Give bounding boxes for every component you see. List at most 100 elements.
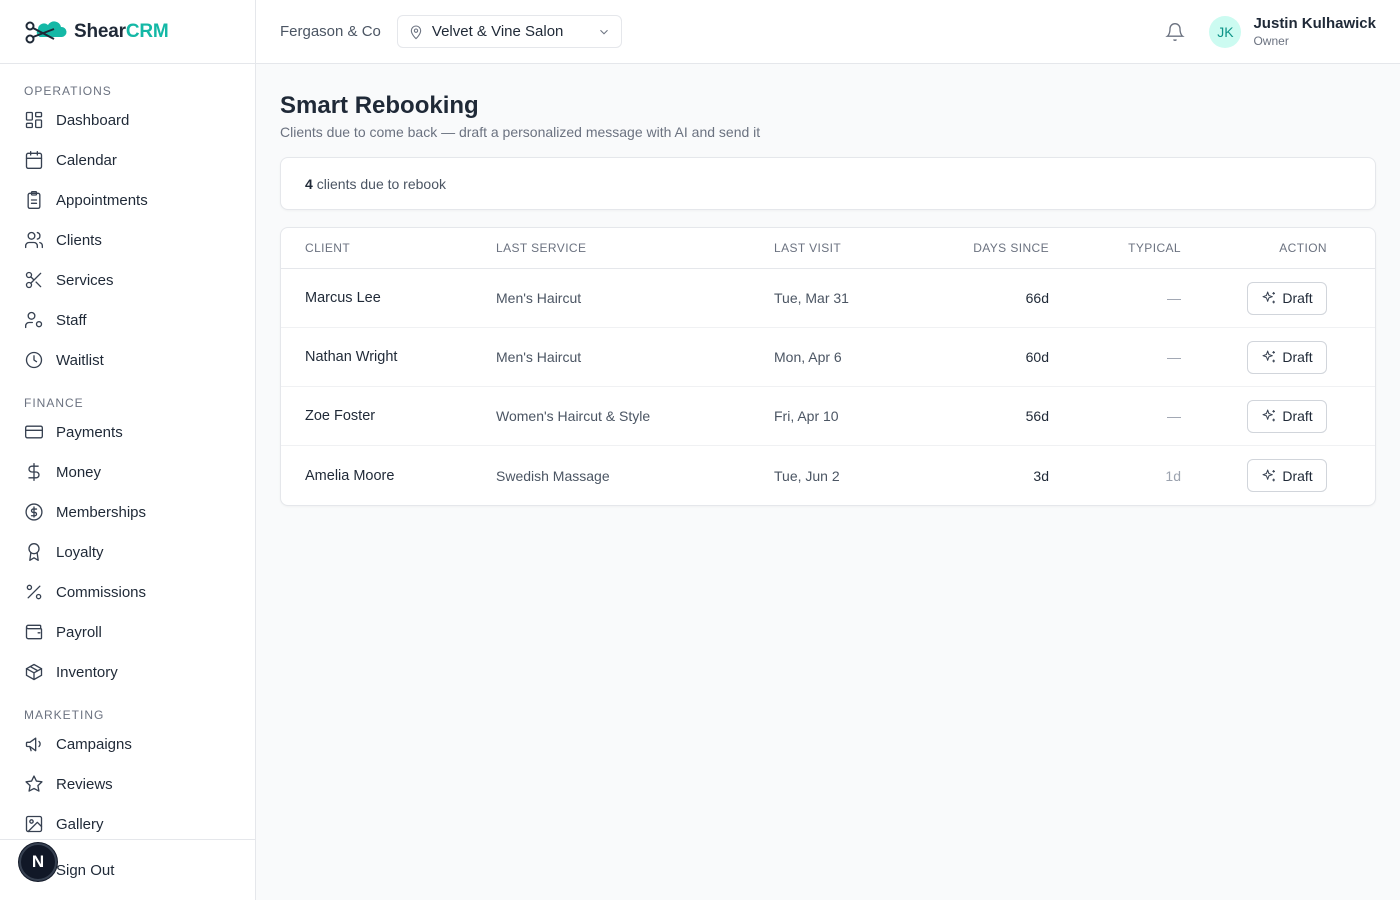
client-name[interactable]: Zoe Foster [281,408,496,424]
sidebar: ShearCRM OPERATIONS Dashboard Calendar A… [0,0,256,900]
sidebar-item-clients[interactable]: Clients [0,220,255,260]
column-header-typical: TYPICAL [1128,241,1181,255]
rebooking-table: CLIENT LAST SERVICE LAST VISIT DAYS SINC… [280,227,1376,506]
user-role: Owner [1253,34,1289,48]
star-icon [25,775,43,792]
draft-button-label: Draft [1282,290,1313,306]
sidebar-item-inventory[interactable]: Inventory [0,652,255,692]
days-since: 66d [1025,290,1049,306]
sidebar-item-label: Waitlist [56,351,104,369]
nav-section-title: FINANCE [24,396,84,410]
draft-button-label: Draft [1282,467,1313,484]
sidebar-item-loyalty[interactable]: Loyalty [0,532,255,572]
sidebar-item-label: Services [56,271,114,289]
nav-gap [0,692,255,700]
draft-button[interactable]: Draft [1247,459,1327,492]
table-header-row: CLIENT LAST SERVICE LAST VISIT DAYS SINC… [281,228,1375,269]
sidebar-item-memberships[interactable]: Memberships [0,492,255,532]
sidebar-item-gallery[interactable]: Gallery [0,804,255,844]
brand-name: ShearCRM [74,20,169,42]
org-name: Fergason & Co [280,23,381,40]
table-row: Marcus Lee Men's Haircut Tue, Mar 31 66d… [281,269,1375,328]
sidebar-item-money[interactable]: Money [0,452,255,492]
client-name[interactable]: Amelia Moore [281,468,496,484]
action-cell: Draft [1181,340,1351,374]
sidebar-item-label: Gallery [56,815,104,833]
sidebar-item-staff[interactable]: Staff [0,300,255,340]
last-service: Swedish Massage [496,467,610,484]
table-row: Amelia Moore Swedish Massage Tue, Jun 2 … [281,446,1375,505]
sidebar-item-calendar[interactable]: Calendar [0,140,255,180]
bell-icon[interactable] [1165,22,1186,42]
location-select-value: Velvet & Vine Salon [431,23,564,40]
last-visit: Mon, Apr 6 [774,349,842,365]
draft-button[interactable]: Draft [1247,399,1327,433]
draft-button-label: Draft [1282,408,1313,424]
sparkles-icon [1262,350,1276,363]
dollar-icon [28,463,40,481]
draft-button[interactable]: Draft [1247,340,1327,374]
header-right: JK Justin Kulhawick Owner [1165,0,1376,64]
user-meta[interactable]: Justin Kulhawick Owner [1253,15,1376,49]
wallet-icon [25,624,43,640]
last-service: Men's Haircut [496,349,582,365]
calendar-icon [25,151,43,169]
draft-button-label: Draft [1282,349,1313,365]
sparkles-icon [1262,291,1276,304]
days-since: 60d [1025,349,1049,365]
users-icon [25,231,44,249]
column-header-days-since: DAYS SINCE [973,241,1049,255]
last-service: Women's Haircut & Style [496,408,651,424]
sign-out-label: Sign Out [56,861,115,879]
sidebar-item-reviews[interactable]: Reviews [0,764,255,804]
table-row: Nathan Wright Men's Haircut Mon, Apr 6 6… [281,328,1375,387]
dashboard-icon [25,111,43,129]
page-title: Smart Rebooking [280,92,479,119]
brand[interactable]: ShearCRM [0,0,255,64]
credit-card-icon [25,425,43,439]
avatar[interactable]: JK [1209,16,1242,48]
sidebar-item-label: Memberships [56,503,147,521]
sparkles-icon [1262,409,1276,422]
typical-interval: — [1167,290,1181,306]
draft-button[interactable]: Draft [1247,281,1327,315]
typical-interval: — [1167,408,1181,424]
typical-interval: 1d [1165,467,1181,484]
sidebar-item-dashboard[interactable]: Dashboard [0,100,255,140]
award-icon [28,543,40,561]
sidebar-item-label: Money [56,463,102,481]
column-header-last-visit: LAST VISIT [774,241,842,255]
chevron-down-icon [600,29,608,34]
nav-gap [0,380,255,388]
image-icon [25,815,43,833]
sidebar-item-campaigns[interactable]: Campaigns [0,724,255,764]
column-header-last-service: LAST SERVICE [496,241,587,255]
page-subtitle: Clients due to come back — draft a perso… [280,124,761,140]
days-since: 56d [1025,408,1049,424]
sidebar-item-waitlist[interactable]: Waitlist [0,340,255,380]
clipboard-icon [27,191,41,209]
rebook-count: 4 [305,175,313,192]
sidebar-item-payroll[interactable]: Payroll [0,612,255,652]
last-service: Men's Haircut [496,290,582,306]
sidebar-item-label: Inventory [56,663,118,681]
main-content: Smart Rebooking Clients due to come back… [280,64,1376,506]
location-select[interactable]: Velvet & Vine Salon [396,15,622,48]
sidebar-nav: OPERATIONS Dashboard Calendar Appointmen… [0,64,255,844]
sidebar-item-payments[interactable]: Payments [0,412,255,452]
client-name[interactable]: Nathan Wright [281,349,496,365]
sidebar-item-label: Commissions [56,583,147,601]
sidebar-item-appointments[interactable]: Appointments [0,180,255,220]
badge-dollar-icon [25,503,43,521]
sidebar-item-commissions[interactable]: Commissions [0,572,255,612]
percent-icon [26,584,42,600]
sidebar-item-services[interactable]: Services [0,260,255,300]
megaphone-icon [25,737,41,752]
action-cell: Draft [1181,281,1351,315]
sidebar-item-label: Payroll [56,623,102,641]
sidebar-item-label: Dashboard [56,111,130,129]
action-cell: Draft [1181,399,1351,433]
client-name[interactable]: Marcus Lee [281,290,496,306]
dev-indicator-badge[interactable]: N [19,843,57,881]
top-header: Fergason & Co Velvet & Vine Salon JK Jus… [256,0,1400,64]
